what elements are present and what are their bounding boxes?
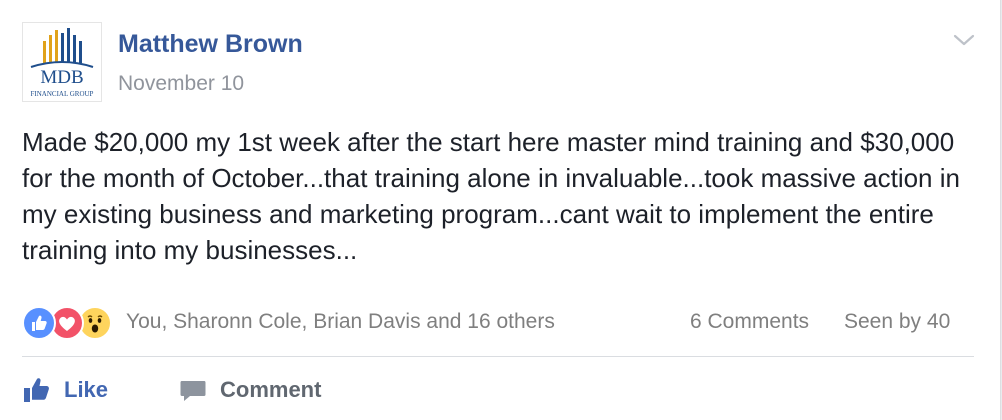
like-button[interactable]: Like [22, 372, 108, 408]
post-date[interactable]: November 10 [118, 72, 244, 96]
post-stats: You, Sharonn Cole, Brian Davis and 16 ot… [22, 302, 972, 342]
author-name[interactable]: Matthew Brown [118, 30, 303, 59]
comments-count[interactable]: 6 Comments [690, 310, 809, 334]
profile-logo[interactable]: MDB FINANCIAL GROUP [22, 22, 102, 102]
post-card: MDB FINANCIAL GROUP Matthew Brown Novemb… [0, 0, 1001, 420]
logo-subtext: FINANCIAL GROUP [31, 90, 94, 98]
like-reaction-icon [22, 306, 56, 340]
post-actions: Like Comment [22, 368, 972, 412]
post-body: Made $20,000 my 1st week after the start… [22, 127, 960, 265]
divider [22, 356, 974, 357]
like-label: Like [64, 377, 109, 402]
thumbs-up-icon [22, 375, 52, 405]
reaction-icons[interactable] [22, 306, 122, 340]
comment-bubble-icon [178, 375, 208, 405]
reactors-text[interactable]: You, Sharonn Cole, Brian Davis and 16 ot… [126, 310, 555, 334]
seen-count[interactable]: Seen by 40 [844, 310, 950, 334]
logo-text: MDB [40, 67, 83, 88]
mdb-logo-icon: MDB FINANCIAL GROUP [31, 28, 94, 98]
chevron-down-icon[interactable] [952, 28, 976, 52]
post-header: MDB FINANCIAL GROUP Matthew Brown Novemb… [22, 22, 975, 104]
comment-label: Comment [220, 377, 322, 402]
comment-button[interactable]: Comment [178, 372, 321, 408]
